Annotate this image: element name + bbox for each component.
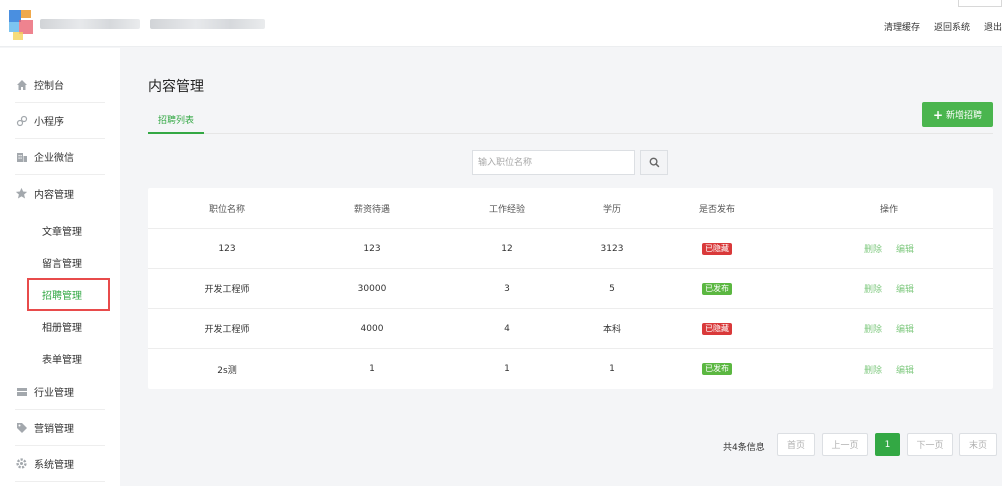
cell-education: 5: [609, 283, 615, 294]
blurred-site-subtitle: [150, 19, 265, 29]
stack-icon: [15, 385, 28, 398]
sidebar-item-label: 内容管理: [34, 189, 74, 201]
delete-link[interactable]: 删除: [864, 363, 882, 376]
clear-cache-link[interactable]: 清理缓存: [884, 20, 920, 33]
sidebar-item-content[interactable]: 内容管理: [15, 175, 105, 211]
col-header-salary: 薪资待遇: [353, 204, 391, 215]
cell-status: 已隐藏: [702, 309, 732, 348]
search-input[interactable]: [472, 150, 635, 175]
cell-experience: 1: [504, 364, 510, 374]
status-badge: 已发布: [702, 363, 732, 375]
col-header-education: 学历: [602, 204, 622, 215]
cell-actions: 删除 编辑: [864, 309, 914, 348]
sidebar: 控制台 小程序 企业微信 内容管理 文章管理 留言管理 招聘管理 相册管理 表单…: [0, 48, 120, 486]
sidebar-item-industry[interactable]: 行业管理: [15, 374, 105, 410]
miniprogram-icon: [15, 114, 28, 127]
gear-icon: [15, 457, 28, 470]
cell-actions: 删除 编辑: [864, 269, 914, 308]
cell-experience: 3: [504, 283, 510, 294]
col-header-experience: 工作经验: [488, 204, 526, 215]
blurred-site-name: [40, 19, 140, 29]
cell-status: 已发布: [702, 269, 732, 308]
last-page-button[interactable]: 末页: [959, 433, 997, 456]
table-row: 2s测 1 1 1 已发布 删除 编辑: [148, 349, 993, 389]
search-icon: [649, 157, 659, 168]
table-row: 开发工程师 4000 4 本科 已隐藏 删除 编辑: [148, 309, 993, 349]
cell-position: 2s测: [217, 365, 237, 376]
sidebar-item-system[interactable]: 系统管理: [15, 446, 105, 482]
total-count: 共4条信息: [723, 443, 765, 453]
edit-link[interactable]: 编辑: [896, 282, 914, 295]
sidebar-item-label: 行业管理: [34, 388, 74, 399]
sub-item-forms[interactable]: 表单管理: [42, 351, 82, 366]
next-page-button[interactable]: 下一页: [907, 433, 953, 456]
status-badge: 已隐藏: [702, 322, 732, 335]
sidebar-item-label: 小程序: [34, 117, 64, 128]
tab-recruitment-list[interactable]: 招聘列表: [148, 110, 204, 134]
cell-actions: 删除 编辑: [864, 229, 914, 268]
col-header-published: 是否发布: [698, 204, 736, 215]
tab-bar: 招聘列表: [148, 110, 993, 134]
edit-link[interactable]: 编辑: [896, 322, 914, 335]
highlight-box: [27, 278, 110, 311]
delete-link[interactable]: 删除: [864, 242, 882, 255]
search-button[interactable]: [640, 150, 668, 175]
top-header: 清理缓存 返回系统 退出: [0, 0, 1002, 47]
building-icon: [15, 150, 28, 163]
sidebar-item-label: 企业微信: [34, 153, 74, 164]
prev-page-button[interactable]: 上一页: [822, 433, 868, 456]
col-header-position: 职位名称: [208, 204, 246, 215]
tag-icon: [15, 421, 28, 434]
table-row: 开发工程师 30000 3 5 已发布 删除 编辑: [148, 269, 993, 309]
delete-link[interactable]: 删除: [864, 282, 882, 295]
sidebar-item-miniprogram[interactable]: 小程序: [15, 103, 105, 139]
cell-salary: 123: [363, 243, 381, 254]
sidebar-item-label: 系统管理: [34, 460, 74, 471]
add-recruitment-label: 新增招聘: [946, 111, 983, 121]
status-badge: 已发布: [702, 282, 732, 295]
table-header: 职位名称 薪资待遇 工作经验 学历 是否发布 操作: [148, 188, 993, 229]
page-1-button[interactable]: 1: [875, 433, 900, 456]
sidebar-item-dashboard[interactable]: 控制台: [15, 67, 105, 103]
first-page-button[interactable]: 首页: [777, 433, 815, 456]
back-to-system-link[interactable]: 返回系统: [934, 20, 970, 33]
sub-item-albums[interactable]: 相册管理: [42, 319, 82, 334]
cell-salary: 4000: [360, 323, 384, 334]
sidebar-item-label: 控制台: [34, 81, 64, 92]
cell-position: 开发工程师: [204, 325, 250, 335]
cell-experience: 4: [504, 323, 510, 334]
cell-status: 已发布: [702, 349, 732, 389]
logo: [9, 10, 37, 40]
cell-salary: 30000: [357, 283, 387, 294]
cell-education: 1: [609, 364, 615, 374]
sidebar-item-marketing[interactable]: 营销管理: [15, 410, 105, 446]
recruitment-table: 职位名称 薪资待遇 工作经验 学历 是否发布 操作 123 123 12 312…: [148, 188, 993, 389]
sub-item-articles[interactable]: 文章管理: [42, 223, 82, 238]
cell-education: 本科: [602, 325, 622, 335]
add-recruitment-button[interactable]: + 新增招聘: [922, 102, 993, 127]
edit-link[interactable]: 编辑: [896, 363, 914, 376]
edit-link[interactable]: 编辑: [896, 242, 914, 255]
logout-link[interactable]: 退出: [984, 20, 1002, 33]
cell-actions: 删除 编辑: [864, 349, 914, 389]
plus-icon: +: [932, 107, 944, 122]
corner-box: [958, 0, 1002, 7]
sidebar-item-wecom[interactable]: 企业微信: [15, 139, 105, 175]
cell-education: 3123: [600, 243, 624, 254]
cell-experience: 12: [501, 243, 513, 254]
col-header-actions: 操作: [879, 204, 899, 215]
header-links: 清理缓存 返回系统 退出: [884, 20, 1002, 33]
status-badge: 已隐藏: [702, 242, 732, 255]
sub-item-messages[interactable]: 留言管理: [42, 255, 82, 270]
cell-position: 123: [218, 243, 236, 254]
page-title: 内容管理: [148, 79, 204, 95]
cell-salary: 1: [369, 364, 375, 374]
table-row: 123 123 12 3123 已隐藏 删除 编辑: [148, 229, 993, 269]
sidebar-item-label: 营销管理: [34, 424, 74, 435]
home-icon: [15, 78, 28, 91]
delete-link[interactable]: 删除: [864, 322, 882, 335]
cell-position: 开发工程师: [204, 285, 250, 295]
cell-status: 已隐藏: [702, 229, 732, 268]
star-icon: [15, 187, 28, 200]
